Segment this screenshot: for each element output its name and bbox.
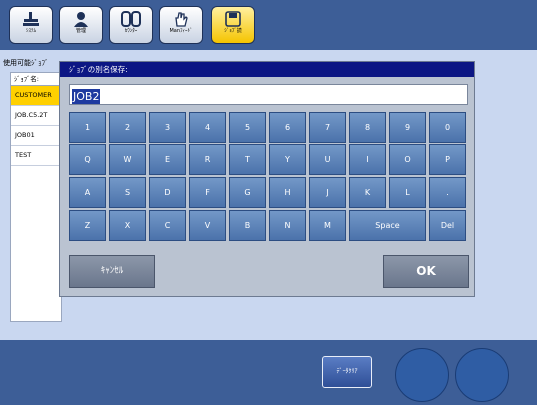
key[interactable]: 7 (309, 112, 346, 143)
counter-icon (121, 11, 141, 27)
key[interactable]: S (109, 177, 146, 208)
job-list: ｼﾞｮﾌﾞ名: CUSTOMER JOB.C5.2T JOB01 TEST (10, 72, 62, 322)
key[interactable]: Y (269, 144, 306, 175)
job-read-button[interactable]: ｼﾞｮﾌﾞ読 (211, 6, 255, 44)
key[interactable]: 8 (349, 112, 386, 143)
key[interactable]: 5 (229, 112, 266, 143)
key[interactable]: R (189, 144, 226, 175)
key[interactable]: 3 (149, 112, 186, 143)
key[interactable]: V (189, 210, 226, 241)
key[interactable]: Q (69, 144, 106, 175)
key[interactable]: D (149, 177, 186, 208)
save-as-dialog: ｼﾞｮﾌﾞの別名保存: JOB2 1 2 3 4 5 6 7 8 9 0 Q W… (59, 61, 475, 297)
key[interactable]: 4 (189, 112, 226, 143)
admin-button-label: 管理 (75, 28, 86, 34)
hand-icon (175, 12, 188, 27)
manual-feed-button[interactable]: Manﾌｨｰﾄﾞ (159, 6, 203, 44)
key[interactable]: X (109, 210, 146, 241)
job-list-item[interactable]: JOB01 (11, 126, 61, 146)
job-list-item[interactable]: JOB.C5.2T (11, 106, 61, 126)
job-list-header: ｼﾞｮﾌﾞ名: (11, 73, 61, 86)
round-button-right[interactable] (455, 348, 509, 402)
user-icon (74, 12, 88, 27)
key[interactable]: 1 (69, 112, 106, 143)
key[interactable]: B (229, 210, 266, 241)
key[interactable]: I (349, 144, 386, 175)
job-name-value: JOB2 (72, 89, 101, 104)
key[interactable]: N (269, 210, 306, 241)
round-button-left[interactable] (395, 348, 449, 402)
job-read-button-label: ｼﾞｮﾌﾞ読 (224, 28, 242, 34)
key[interactable]: L (389, 177, 426, 208)
counter-button-label: ｶｳﾝﾀｰ (124, 28, 138, 34)
cancel-button[interactable]: ｷｬﾝｾﾙ (69, 255, 155, 288)
key[interactable]: T (229, 144, 266, 175)
key[interactable]: O (389, 144, 426, 175)
admin-button[interactable]: 管理 (59, 6, 103, 44)
data-clear-button[interactable]: ﾃﾞｰﾀｸﾘｱ (322, 356, 372, 388)
key[interactable]: 9 (389, 112, 426, 143)
key[interactable]: 2 (109, 112, 146, 143)
system-icon (23, 12, 39, 26)
system-button[interactable]: ｼｽﾃﾑ (9, 6, 53, 44)
counter-button[interactable]: ｶｳﾝﾀｰ (109, 6, 153, 44)
dialog-title: ｼﾞｮﾌﾞの別名保存: (60, 62, 474, 77)
key[interactable]: . (429, 177, 466, 208)
delete-key[interactable]: Del (429, 210, 466, 241)
key[interactable]: H (269, 177, 306, 208)
floppy-icon (225, 11, 241, 27)
key[interactable]: K (349, 177, 386, 208)
ok-button[interactable]: OK (383, 255, 469, 288)
key[interactable]: 0 (429, 112, 466, 143)
job-list-item[interactable]: CUSTOMER (11, 86, 61, 106)
key[interactable]: E (149, 144, 186, 175)
job-name-input[interactable]: JOB2 (69, 84, 468, 105)
job-list-item[interactable]: TEST (11, 146, 61, 166)
key[interactable]: C (149, 210, 186, 241)
key[interactable]: G (229, 177, 266, 208)
key[interactable]: W (109, 144, 146, 175)
key[interactable]: Z (69, 210, 106, 241)
key[interactable]: A (69, 177, 106, 208)
key[interactable]: M (309, 210, 346, 241)
space-key[interactable]: Space (349, 210, 426, 241)
key[interactable]: U (309, 144, 346, 175)
key[interactable]: 6 (269, 112, 306, 143)
key[interactable]: J (309, 177, 346, 208)
system-button-label: ｼｽﾃﾑ (25, 28, 36, 34)
key[interactable]: F (189, 177, 226, 208)
manual-feed-button-label: Manﾌｨｰﾄﾞ (169, 28, 193, 34)
key[interactable]: P (429, 144, 466, 175)
available-jobs-title: 使用可能ｼﾞｮﾌﾞ (3, 59, 49, 67)
top-toolbar: ｼｽﾃﾑ 管理 ｶｳﾝﾀｰ Manﾌｨｰﾄﾞ ｼﾞｮﾌﾞ読 (0, 0, 537, 50)
